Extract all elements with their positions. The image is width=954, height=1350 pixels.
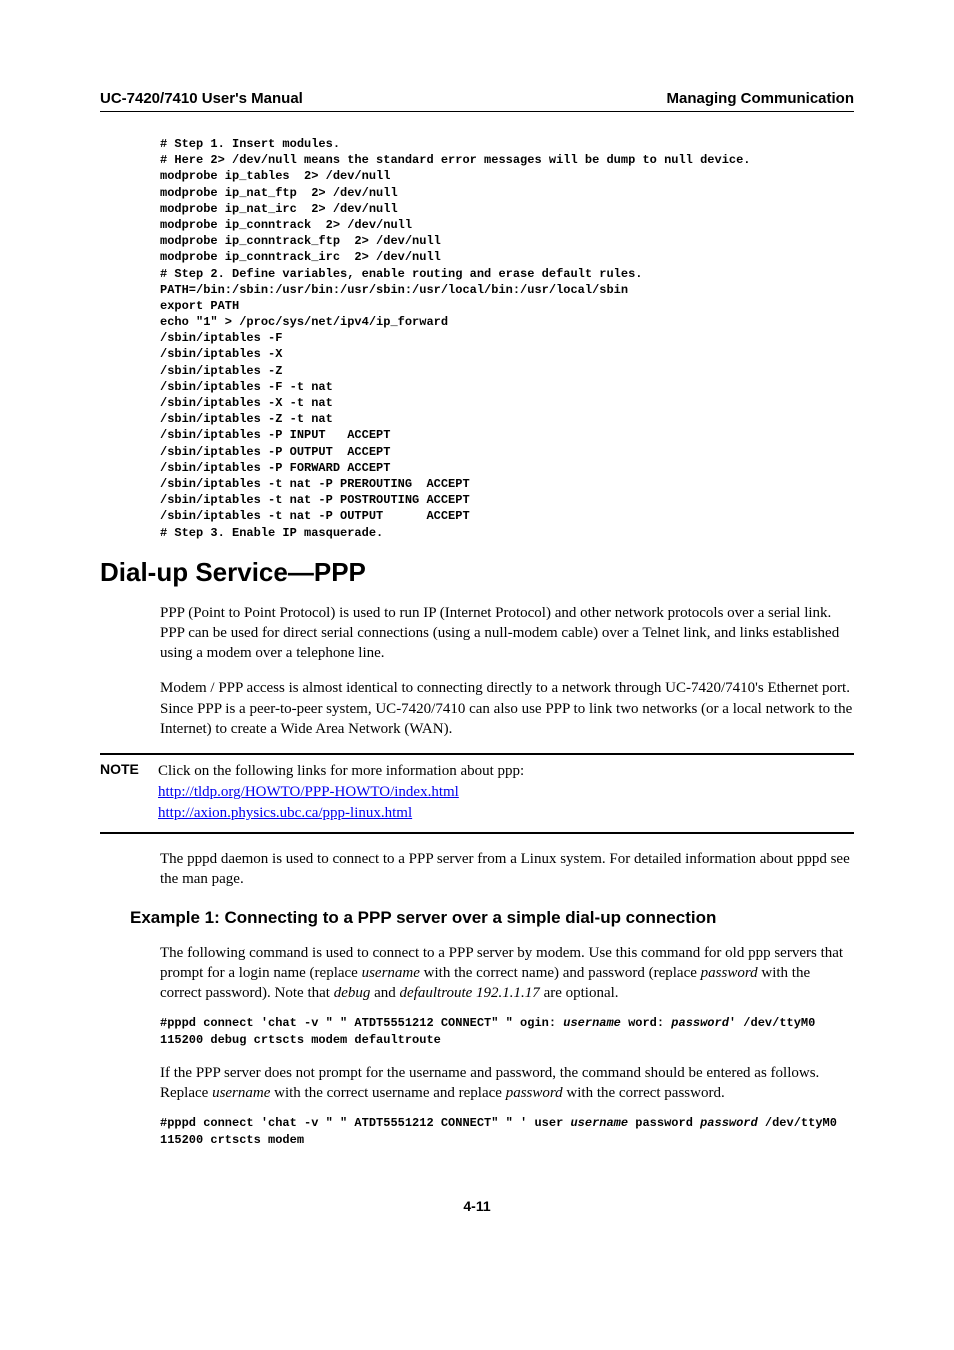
italic-term: password: [701, 965, 758, 981]
paragraph: The following command is used to connect…: [160, 943, 854, 1004]
header-left: UC-7420/7410 User's Manual: [100, 90, 303, 107]
italic-term: username: [362, 965, 420, 981]
page-number: 4-11: [70, 1198, 884, 1214]
italic-term: username: [212, 1085, 270, 1101]
iptables-script: # Step 1. Insert modules. # Here 2> /dev…: [160, 136, 884, 541]
paragraph: PPP (Point to Point Protocol) is used to…: [160, 603, 854, 664]
header-right: Managing Communication: [667, 90, 855, 107]
italic-term: password: [671, 1016, 729, 1030]
italic-term: password: [506, 1085, 563, 1101]
note-link-1[interactable]: http://tldp.org/HOWTO/PPP-HOWTO/index.ht…: [158, 784, 459, 800]
italic-term: debug: [334, 985, 371, 1001]
note-body: Click on the following links for more in…: [158, 761, 854, 824]
example-heading: Example 1: Connecting to a PPP server ov…: [130, 908, 854, 928]
note-link-2[interactable]: http://axion.physics.ubc.ca/ppp-linux.ht…: [158, 805, 412, 821]
italic-term: username: [570, 1116, 628, 1130]
note-box: NOTE Click on the following links for mo…: [100, 753, 854, 834]
command-example-2: #pppd connect 'chat -v " " ATDT5551212 C…: [160, 1115, 854, 1147]
note-label: NOTE: [100, 761, 158, 824]
paragraph: Modem / PPP access is almost identical t…: [160, 678, 854, 739]
command-example-1: #pppd connect 'chat -v " " ATDT5551212 C…: [160, 1015, 854, 1047]
italic-term: username: [563, 1016, 621, 1030]
italic-term: password: [700, 1116, 758, 1130]
paragraph: If the PPP server does not prompt for th…: [160, 1063, 854, 1104]
note-intro: Click on the following links for more in…: [158, 763, 524, 779]
italic-term: defaultroute 192.1.1.17: [400, 985, 540, 1001]
page-header: UC-7420/7410 User's Manual Managing Comm…: [100, 90, 854, 112]
section-heading-ppp: Dial-up Service—PPP: [100, 557, 884, 588]
paragraph: The pppd daemon is used to connect to a …: [160, 849, 854, 890]
